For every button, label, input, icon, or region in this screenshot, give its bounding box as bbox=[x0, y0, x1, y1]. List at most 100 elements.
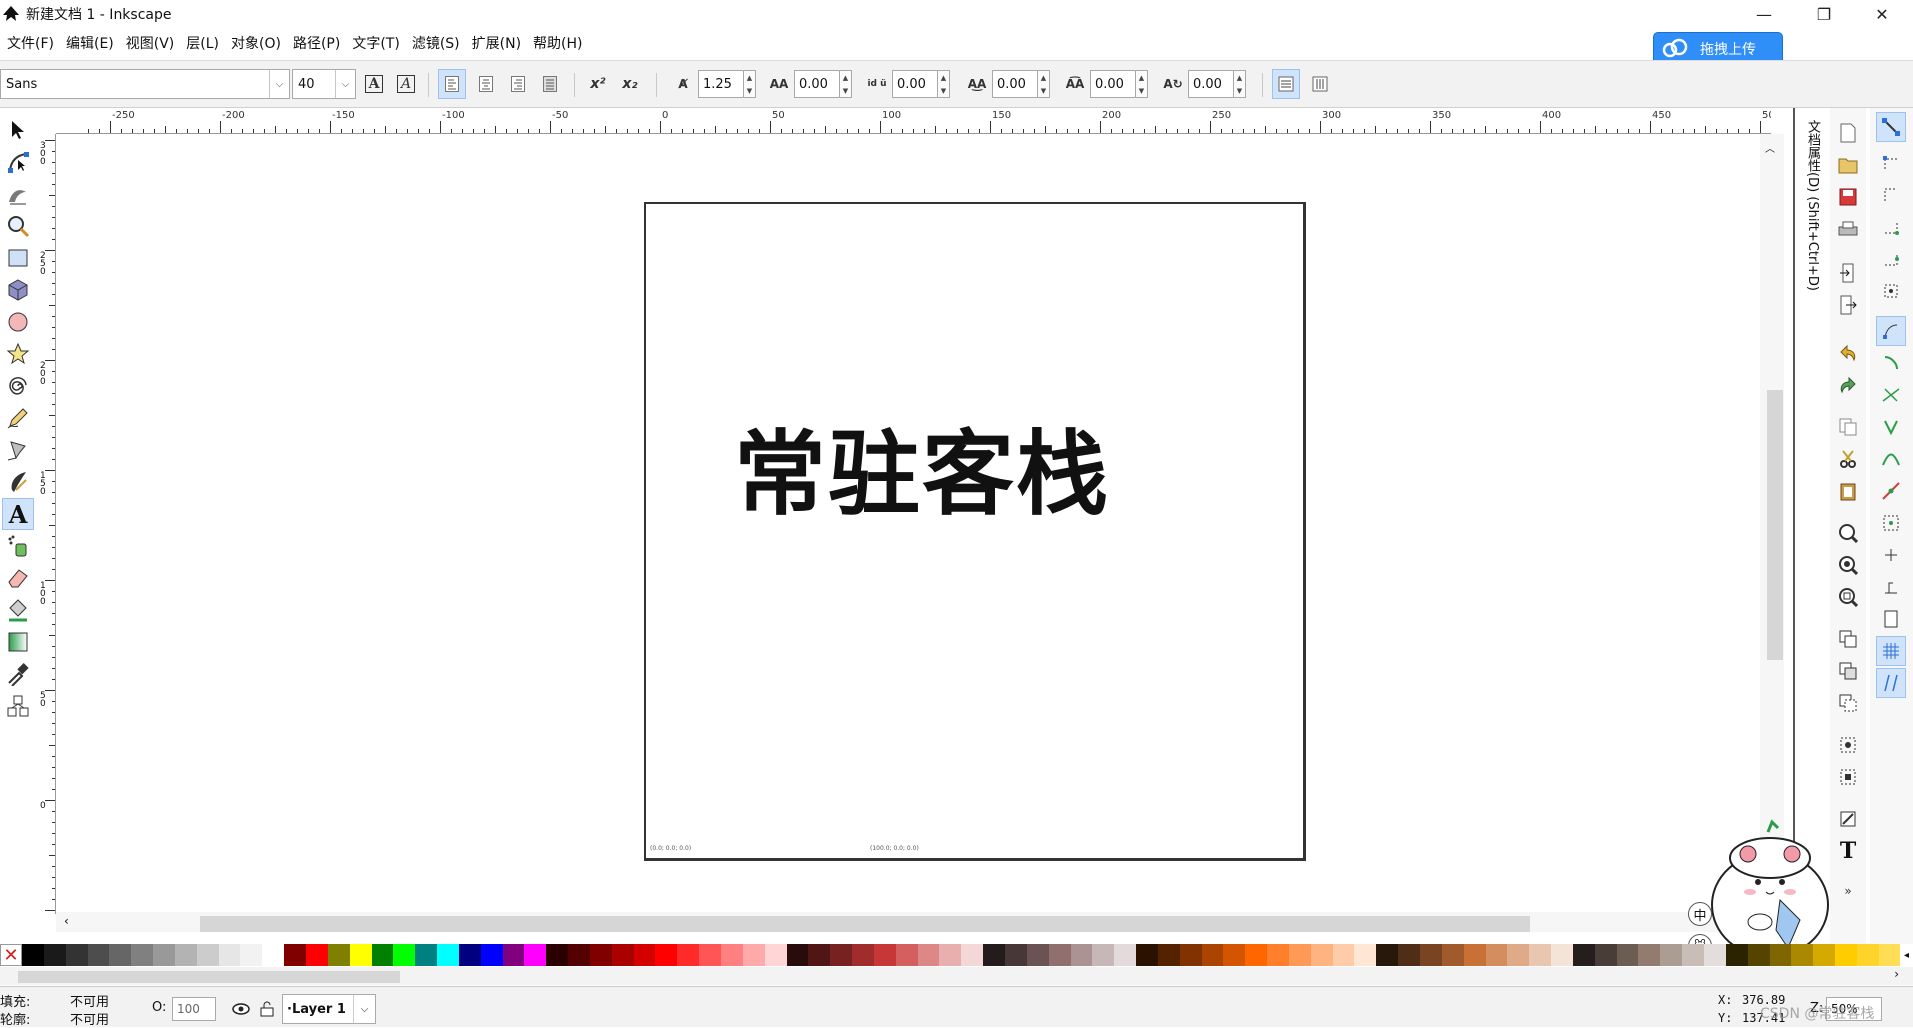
spinner-arrows-icon[interactable]: ▲ ▼ bbox=[744, 70, 756, 98]
color-swatch[interactable] bbox=[174, 944, 197, 966]
color-swatch[interactable] bbox=[262, 944, 285, 966]
color-swatch[interactable] bbox=[1638, 944, 1661, 966]
layer-select[interactable]: ·Layer 1 ⌵ bbox=[282, 994, 376, 1024]
chevron-down-icon[interactable]: ⌵ bbox=[269, 70, 289, 98]
color-swatch[interactable] bbox=[1441, 944, 1464, 966]
color-swatch[interactable] bbox=[1551, 944, 1573, 966]
color-swatch[interactable] bbox=[742, 944, 765, 966]
color-swatch[interactable] bbox=[699, 944, 721, 966]
color-swatch[interactable] bbox=[1267, 944, 1289, 966]
undo-icon[interactable] bbox=[1833, 338, 1863, 368]
color-swatch[interactable] bbox=[1354, 944, 1377, 966]
paste-icon[interactable] bbox=[1833, 476, 1863, 506]
color-swatch[interactable] bbox=[852, 944, 874, 966]
color-swatch[interactable] bbox=[1660, 944, 1683, 966]
print-icon[interactable] bbox=[1833, 214, 1863, 244]
menu-path[interactable]: 路径(P) bbox=[290, 33, 349, 53]
spinner-arrows-icon[interactable]: ▲ ▼ bbox=[1136, 70, 1148, 98]
vertical-text-icon[interactable] bbox=[1306, 69, 1334, 99]
snap-text-baseline-icon[interactable] bbox=[1876, 572, 1906, 602]
spray-tool-icon[interactable] bbox=[2, 530, 34, 562]
menu-text[interactable]: 文字(T) bbox=[349, 33, 408, 53]
color-swatch[interactable] bbox=[1004, 944, 1027, 966]
color-swatch[interactable] bbox=[568, 944, 590, 966]
color-swatch[interactable] bbox=[721, 944, 743, 966]
vertical-scrollbar[interactable]: ︿ bbox=[1760, 134, 1784, 924]
calligraphy-tool-icon[interactable] bbox=[2, 466, 34, 498]
color-swatch[interactable] bbox=[349, 944, 372, 966]
color-swatch[interactable] bbox=[1703, 944, 1726, 966]
zoom-tool-icon[interactable] bbox=[2, 210, 34, 242]
color-swatch[interactable] bbox=[895, 944, 918, 966]
color-swatch[interactable] bbox=[1529, 944, 1552, 966]
menu-layer[interactable]: 层(L) bbox=[183, 33, 228, 53]
tweak-tool-icon[interactable] bbox=[2, 178, 34, 210]
menu-extensions[interactable]: 扩展(N) bbox=[469, 33, 530, 53]
gradient-tool-icon[interactable] bbox=[2, 626, 34, 658]
snap-bbox-edge-icon[interactable] bbox=[1876, 180, 1906, 210]
color-swatch[interactable] bbox=[1463, 944, 1486, 966]
snap-path-icon[interactable] bbox=[1876, 348, 1906, 378]
spinner-arrows-icon[interactable]: ▲ ▼ bbox=[840, 70, 852, 98]
color-swatch[interactable] bbox=[611, 944, 634, 966]
align-justify-icon[interactable] bbox=[536, 69, 564, 99]
color-swatch[interactable] bbox=[830, 944, 853, 966]
color-swatch[interactable] bbox=[786, 944, 809, 966]
dropper-tool-icon[interactable] bbox=[2, 658, 34, 690]
color-swatch[interactable] bbox=[633, 944, 656, 966]
vertical-ruler[interactable]: 300 250 200 150 100 50 0 bbox=[38, 134, 56, 914]
snap-object-center-icon[interactable] bbox=[1876, 508, 1906, 538]
star-tool-icon[interactable] bbox=[2, 338, 34, 370]
snap-bbox-midpoint-icon[interactable] bbox=[1876, 244, 1906, 274]
snap-bbox-corner-icon[interactable] bbox=[1876, 212, 1906, 242]
horizontal-scrollbar[interactable]: ‹ bbox=[56, 912, 1766, 932]
node-tool-icon[interactable] bbox=[2, 146, 34, 178]
menu-help[interactable]: 帮助(H) bbox=[530, 33, 591, 53]
color-swatch[interactable] bbox=[218, 944, 241, 966]
color-swatch[interactable] bbox=[131, 944, 154, 966]
menu-object[interactable]: 对象(O) bbox=[228, 33, 290, 53]
ime-chinese-badge[interactable]: 中 bbox=[1688, 902, 1712, 926]
color-swatch[interactable] bbox=[415, 944, 438, 966]
text-tool-icon[interactable]: A bbox=[2, 498, 34, 530]
opacity-input[interactable]: 100 bbox=[172, 997, 216, 1021]
snap-midpoint-icon[interactable] bbox=[1876, 476, 1906, 506]
color-swatch[interactable] bbox=[1223, 944, 1246, 966]
canvas-text-object[interactable]: 常驻客栈 bbox=[734, 400, 1110, 533]
bold-icon[interactable]: A bbox=[360, 69, 388, 99]
spiral-tool-icon[interactable] bbox=[2, 370, 34, 402]
color-swatch[interactable] bbox=[1507, 944, 1530, 966]
color-swatch[interactable] bbox=[655, 944, 678, 966]
color-swatch[interactable] bbox=[327, 944, 350, 966]
color-swatch[interactable] bbox=[1136, 944, 1158, 966]
palette-menu-icon[interactable]: ◂ bbox=[1900, 944, 1913, 966]
color-swatch[interactable] bbox=[196, 944, 219, 966]
snap-guides-icon[interactable] bbox=[1876, 668, 1906, 698]
scroll-thumb[interactable] bbox=[18, 971, 400, 983]
zoom-selection-icon[interactable] bbox=[1833, 518, 1863, 548]
color-swatch[interactable] bbox=[873, 944, 896, 966]
color-swatch[interactable] bbox=[1179, 944, 1202, 966]
ellipse-tool-icon[interactable] bbox=[2, 306, 34, 338]
scroll-right-icon[interactable]: › bbox=[1894, 967, 1899, 981]
color-swatch[interactable] bbox=[1288, 944, 1311, 966]
snap-bbox-icon[interactable] bbox=[1876, 148, 1906, 178]
snap-bbox-center-icon[interactable] bbox=[1876, 276, 1906, 306]
subscript-icon[interactable]: x₂ bbox=[616, 69, 644, 99]
stroke-value[interactable]: 不可用 bbox=[70, 1009, 109, 1028]
rotation-value[interactable]: 0.00 bbox=[1188, 70, 1234, 98]
pencil-tool-icon[interactable] bbox=[2, 402, 34, 434]
color-swatch[interactable] bbox=[1769, 944, 1792, 966]
color-swatch[interactable] bbox=[1878, 944, 1901, 966]
align-left-icon[interactable] bbox=[438, 69, 466, 99]
spinner-arrows-icon[interactable]: ▲ ▼ bbox=[1234, 70, 1246, 98]
line-spacing-spinner[interactable]: Ⱥ 1.25 ▲ ▼ bbox=[672, 69, 756, 99]
chevron-down-icon[interactable]: ⌵ bbox=[353, 995, 375, 1023]
color-swatch[interactable] bbox=[1791, 944, 1814, 966]
scroll-left-icon[interactable]: ‹ bbox=[64, 914, 69, 928]
color-swatch[interactable] bbox=[1114, 944, 1137, 966]
paint-bucket-tool-icon[interactable] bbox=[2, 594, 34, 626]
color-swatch[interactable] bbox=[1747, 944, 1770, 966]
snap-smooth-icon[interactable] bbox=[1876, 444, 1906, 474]
open-folder-icon[interactable] bbox=[1833, 150, 1863, 180]
